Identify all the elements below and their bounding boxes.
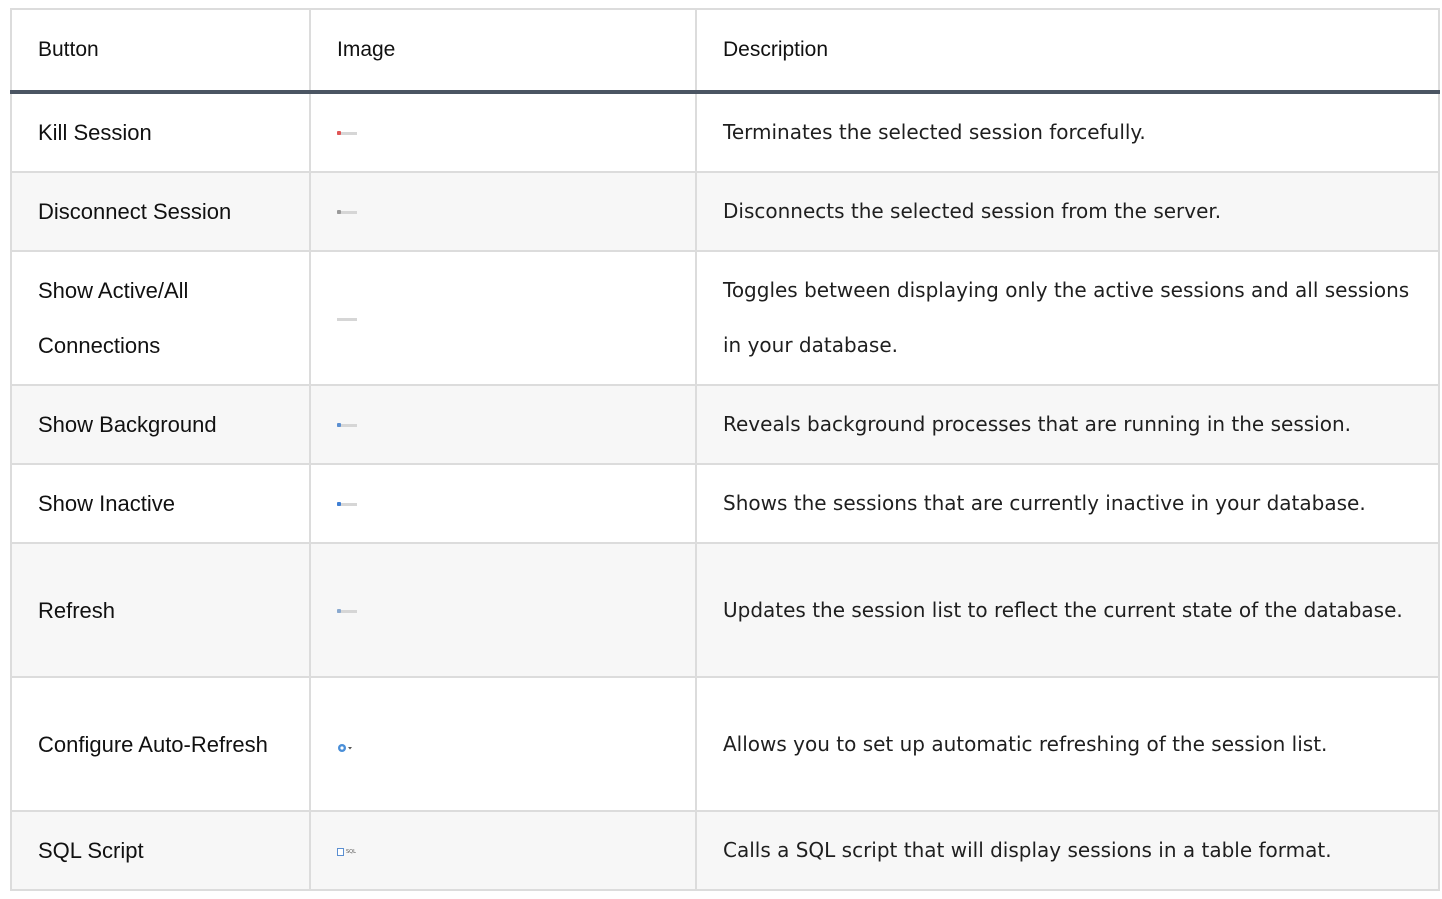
description-cell: Toggles between displaying only the acti…: [695, 250, 1440, 386]
image-cell: [309, 250, 697, 386]
description-cell: Disconnects the selected session from th…: [695, 171, 1440, 252]
image-cell: [309, 384, 697, 465]
button-name-cell: Disconnect Session: [10, 171, 311, 252]
auto-refresh-icon: [337, 739, 353, 752]
description-cell: Terminates the selected session forceful…: [695, 91, 1440, 173]
table-row: Configure Auto-Refresh Allows you to set…: [10, 676, 1440, 812]
disconnect-session-thumbnail-icon: [337, 210, 357, 214]
table-row: Show Background Reveals background proce…: [10, 384, 1440, 465]
refresh-thumbnail-icon: [337, 608, 357, 613]
table-row: SQL Script SQL Calls a SQL script that w…: [10, 810, 1440, 891]
image-cell: [309, 91, 697, 173]
description-cell: Calls a SQL script that will display ses…: [695, 810, 1440, 891]
table-row: Disconnect Session Disconnects the selec…: [10, 171, 1440, 252]
button-name-cell: SQL Script: [10, 810, 311, 891]
button-name-cell: Show Active/All Connections: [10, 250, 311, 386]
sessions-buttons-table: Button Image Description Kill Session Te…: [10, 8, 1440, 891]
description-cell: Reveals background processes that are ru…: [695, 384, 1440, 465]
header-button: Button: [10, 8, 311, 94]
description-cell: Updates the session list to reflect the …: [695, 542, 1440, 678]
table-row: Refresh Updates the session list to refl…: [10, 542, 1440, 678]
show-inactive-thumbnail-icon: [337, 502, 357, 506]
table-row: Show Inactive Shows the sessions that ar…: [10, 463, 1440, 544]
image-cell: [309, 676, 697, 812]
table-body: Kill Session Terminates the selected ses…: [10, 91, 1440, 891]
description-cell: Shows the sessions that are currently in…: [695, 463, 1440, 544]
button-name-cell: Show Inactive: [10, 463, 311, 544]
header-description: Description: [695, 8, 1440, 94]
image-cell: SQL: [309, 810, 697, 891]
show-background-thumbnail-icon: [337, 423, 357, 427]
image-cell: [309, 171, 697, 252]
table-header: Button Image Description: [10, 8, 1440, 94]
table-row: Kill Session Terminates the selected ses…: [10, 91, 1440, 173]
sessions-buttons-table-wrapper: Button Image Description Kill Session Te…: [10, 8, 1440, 891]
image-cell: [309, 542, 697, 678]
kill-session-thumbnail-icon: [337, 131, 357, 135]
show-active-all-thumbnail-icon: [337, 317, 357, 321]
button-name-cell: Show Background: [10, 384, 311, 465]
header-row: Button Image Description: [10, 8, 1440, 94]
header-image: Image: [309, 8, 697, 94]
table-row: Show Active/All Connections Toggles betw…: [10, 250, 1440, 386]
image-cell: [309, 463, 697, 544]
sql-script-thumbnail-icon: SQL: [337, 847, 356, 856]
description-cell: Allows you to set up automatic refreshin…: [695, 676, 1440, 812]
button-name-cell: Configure Auto-Refresh: [10, 676, 311, 812]
button-name-cell: Kill Session: [10, 91, 311, 173]
button-name-cell: Refresh: [10, 542, 311, 678]
